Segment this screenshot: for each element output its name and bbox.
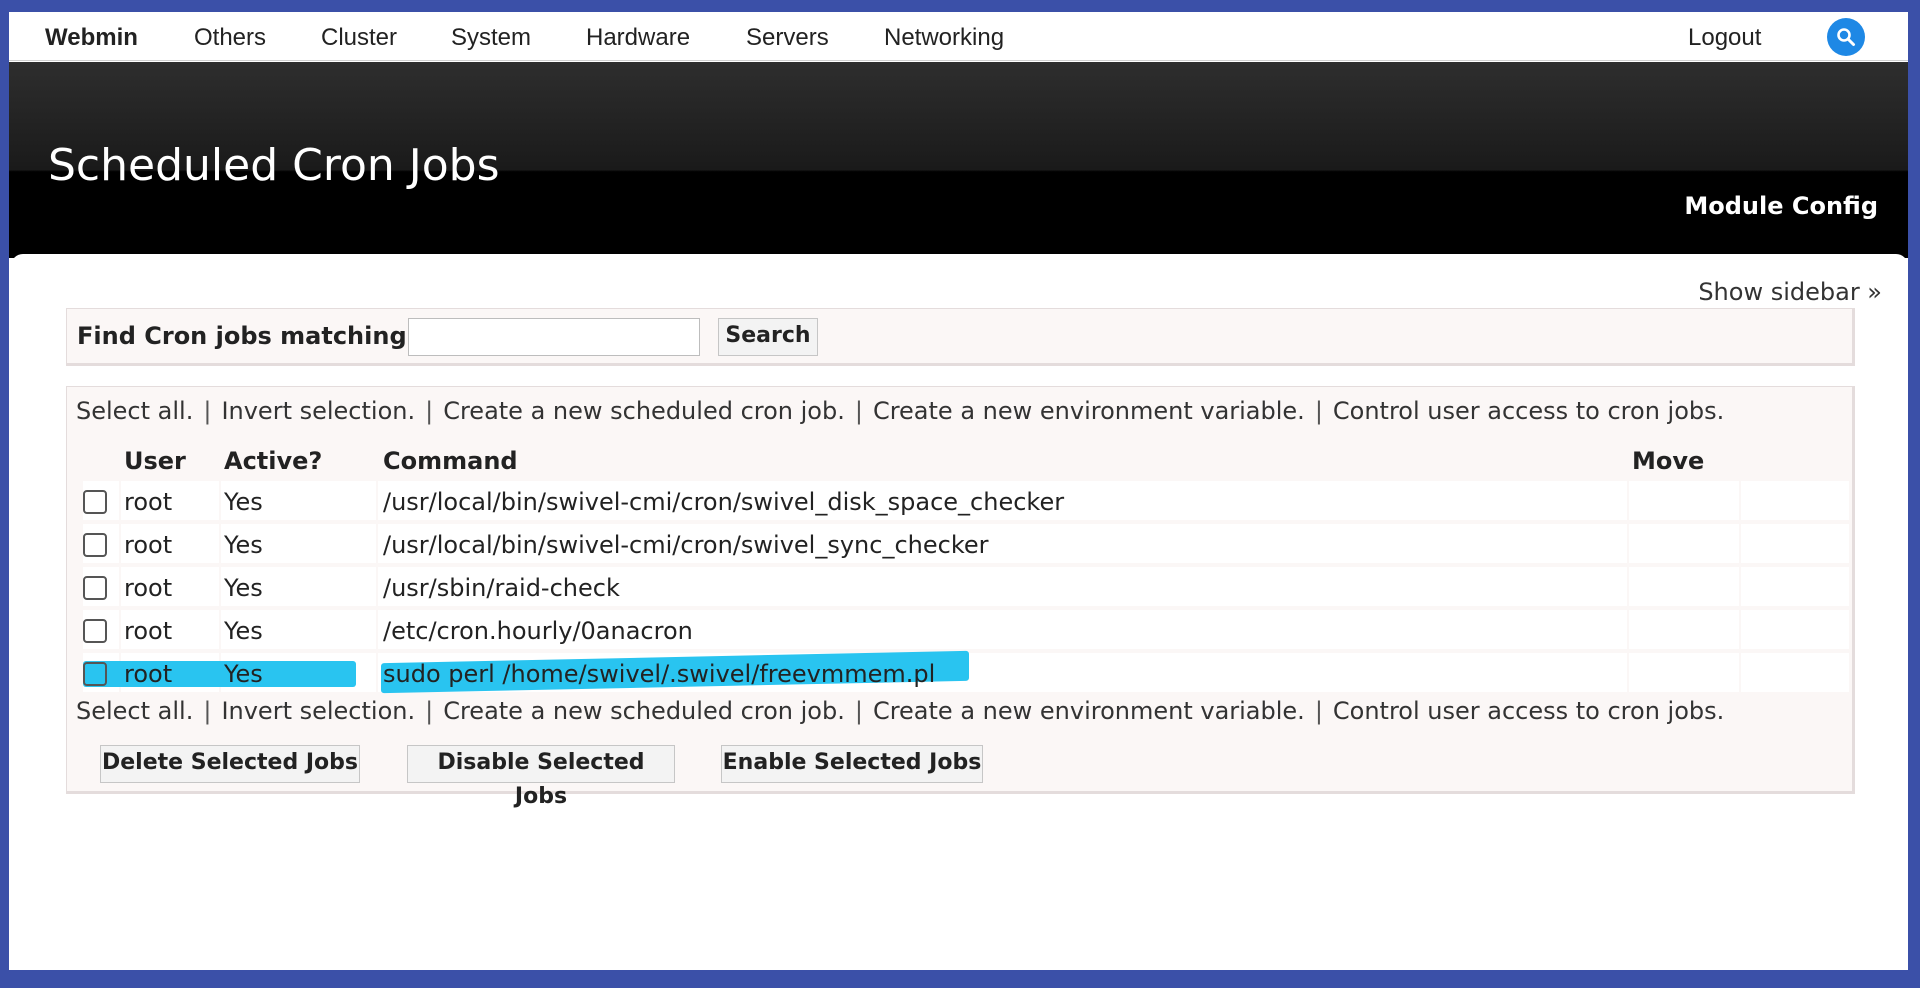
search-icon — [1837, 28, 1855, 46]
find-form: Find Cron jobs matching Search — [66, 308, 1855, 366]
select-all-link[interactable]: Select all. — [76, 697, 193, 725]
row-command-link[interactable]: /usr/sbin/raid-check — [383, 574, 620, 602]
row-checkbox[interactable] — [83, 662, 107, 686]
link-separator: | — [854, 697, 863, 725]
nav-networking[interactable]: Networking — [884, 24, 1004, 52]
row-command-link[interactable]: /usr/local/bin/swivel-cmi/cron/swivel_di… — [383, 488, 1064, 516]
row-user: root — [124, 574, 173, 602]
table-row: root Yes /usr/local/bin/swivel-cmi/cron/… — [83, 481, 1849, 521]
link-separator: | — [203, 397, 212, 425]
link-separator: | — [425, 397, 434, 425]
row-checkbox[interactable] — [83, 490, 107, 514]
enable-selected-jobs-button[interactable]: Enable Selected Jobs — [721, 745, 983, 783]
table-row: root Yes /etc/cron.hourly/0anacron — [83, 610, 1849, 650]
create-cron-job-link[interactable]: Create a new scheduled cron job. — [443, 697, 845, 725]
table-row: root Yes /usr/local/bin/swivel-cmi/cron/… — [83, 524, 1849, 564]
search-button[interactable] — [1827, 18, 1865, 56]
row-checkbox[interactable] — [83, 619, 107, 643]
row-active: Yes — [224, 574, 263, 602]
link-separator: | — [425, 697, 434, 725]
row-active: Yes — [224, 617, 263, 645]
invert-selection-link[interactable]: Invert selection. — [221, 697, 415, 725]
cron-jobs-panel: Select all. | Invert selection. | Create a n… — [66, 386, 1855, 809]
link-separator: | — [854, 397, 863, 425]
link-separator: | — [1314, 397, 1323, 425]
webmin-window: Webmin Others Cluster System Hardware Se… — [9, 12, 1908, 970]
create-env-variable-link[interactable]: Create a new environment variable. — [873, 397, 1305, 425]
column-header-user: User — [124, 447, 186, 475]
selection-links-top: Select all. | Invert selection. | Create a n… — [76, 397, 1724, 425]
create-env-variable-link[interactable]: Create a new environment variable. — [873, 697, 1305, 725]
nav-hardware[interactable]: Hardware — [586, 24, 690, 52]
nav-logout[interactable]: Logout — [1688, 24, 1761, 52]
row-command-link[interactable]: sudo perl /home/swivel/.swivel/freevmmem… — [383, 660, 935, 688]
nav-system[interactable]: System — [451, 24, 531, 52]
row-user: root — [124, 531, 173, 559]
control-user-access-link[interactable]: Control user access to cron jobs. — [1333, 397, 1724, 425]
disable-selected-jobs-button[interactable]: Disable Selected Jobs — [407, 745, 675, 809]
row-user: root — [124, 660, 173, 688]
create-cron-job-link[interactable]: Create a new scheduled cron job. — [443, 397, 845, 425]
column-header-move: Move — [1632, 447, 1705, 475]
delete-selected-jobs-button[interactable]: Delete Selected Jobs — [100, 745, 360, 783]
page-title: Scheduled Cron Jobs — [48, 140, 500, 191]
invert-selection-link[interactable]: Invert selection. — [221, 397, 415, 425]
module-config-link[interactable]: Module Config — [1684, 192, 1878, 220]
nav-servers[interactable]: Servers — [746, 24, 829, 52]
search-submit-button[interactable]: Search — [718, 318, 818, 356]
select-all-link[interactable]: Select all. — [76, 397, 193, 425]
link-separator: | — [203, 697, 212, 725]
row-active: Yes — [224, 660, 263, 688]
show-sidebar-link[interactable]: Show sidebar » — [1698, 278, 1882, 306]
nav-webmin[interactable]: Webmin — [45, 24, 138, 52]
row-checkbox[interactable] — [83, 533, 107, 557]
control-user-access-link[interactable]: Control user access to cron jobs. — [1333, 697, 1724, 725]
nav-cluster[interactable]: Cluster — [321, 24, 397, 52]
nav-others[interactable]: Others — [194, 24, 266, 52]
link-separator: | — [1314, 697, 1323, 725]
top-nav: Webmin Others Cluster System Hardware Se… — [9, 12, 1908, 61]
column-header-active: Active? — [224, 447, 323, 475]
row-command-link[interactable]: /etc/cron.hourly/0anacron — [383, 617, 693, 645]
selection-links-bottom: Select all. | Invert selection. | Create a n… — [76, 697, 1724, 725]
row-checkbox[interactable] — [83, 576, 107, 600]
find-input[interactable] — [408, 318, 700, 356]
row-active: Yes — [224, 531, 263, 559]
row-active: Yes — [224, 488, 263, 516]
row-user: root — [124, 488, 173, 516]
page-header: Scheduled Cron Jobs Module Config — [9, 62, 1908, 258]
main-content: Show sidebar » Find Cron jobs matching S… — [11, 254, 1908, 970]
table-row: root Yes /usr/sbin/raid-check — [83, 567, 1849, 607]
row-command-link[interactable]: /usr/local/bin/swivel-cmi/cron/swivel_sy… — [383, 531, 989, 559]
table-row-highlighted: root Yes sudo perl /home/swivel/.swivel/… — [83, 650, 1849, 694]
row-user: root — [124, 617, 173, 645]
column-header-command: Command — [383, 447, 518, 475]
find-label: Find Cron jobs matching — [77, 322, 407, 350]
